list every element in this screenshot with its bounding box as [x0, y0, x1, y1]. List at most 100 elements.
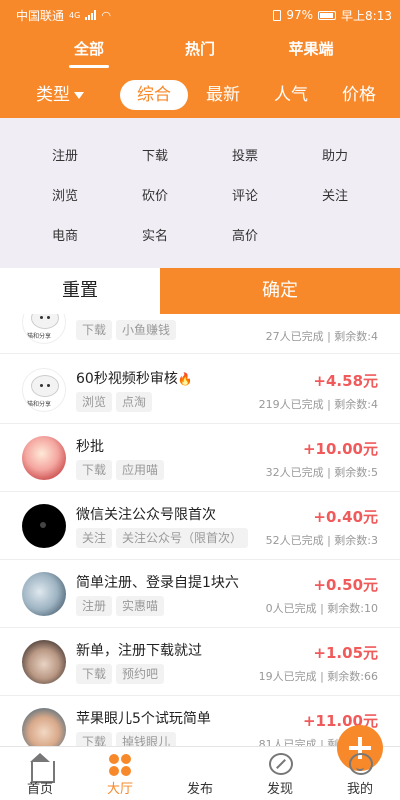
reset-button[interactable]: 重置 — [0, 268, 160, 314]
task-tag: 关注 — [76, 528, 113, 548]
tab-apple[interactable]: 苹果端 — [271, 38, 351, 59]
task-tag: 下载 — [76, 460, 113, 480]
completed-count: 81人已完成 — [258, 738, 317, 746]
task-title-text: 60秒视频秒审核 — [76, 371, 178, 387]
task-title: 秒批 — [76, 439, 104, 455]
task-tags: 下载 掉钱眼儿 — [76, 732, 177, 746]
task-tags: 关注 关注公众号（限首次） — [76, 528, 249, 548]
nav-profile[interactable]: 我的 — [320, 747, 400, 800]
completed-count: 52人已完成 — [265, 534, 324, 547]
type-dropdown-label: 类型 — [36, 85, 70, 105]
completed-count: 19人已完成 — [258, 670, 317, 683]
task-stats: 0人已完成 | 剩余数:10 — [265, 602, 378, 615]
filter-option-register[interactable]: 注册 — [15, 145, 115, 164]
task-stats: 19人已完成 | 剩余数:66 — [258, 670, 378, 683]
sort-price[interactable]: 价格 — [341, 80, 377, 110]
list-item[interactable]: 简单注册、登录自提1块六 注册 实惠喵 +0.50元 0人已完成 | 剩余数:1… — [0, 560, 400, 628]
clock: 早上8:13 — [341, 8, 392, 23]
task-title: 微信关注公众号限首次 — [76, 507, 216, 523]
signal-icon — [85, 10, 97, 20]
confirm-button[interactable]: 确定 — [160, 268, 400, 314]
nav-profile-label: 我的 — [346, 782, 373, 797]
nav-home[interactable]: 首页 — [0, 747, 80, 800]
sort-price-label: 价格 — [342, 85, 376, 105]
sort-bar: 类型 综合 最新 人气 价格 — [0, 80, 400, 112]
task-tag: 掉钱眼儿 — [116, 732, 177, 746]
wifi-icon: ◠ — [101, 8, 111, 22]
task-tags: 浏览 点淘 — [76, 392, 153, 412]
task-tag: 下载 — [76, 664, 113, 684]
filter-option-browse[interactable]: 浏览 — [15, 185, 115, 204]
filter-row: 电商 实名 高价 — [0, 214, 400, 254]
task-title: 简单注册、登录自提1块六 — [76, 575, 239, 591]
task-price: +10.00元 — [302, 440, 378, 458]
carrier-label: 中国联通 — [16, 8, 65, 23]
filter-option-realname[interactable]: 实名 — [105, 225, 205, 244]
sort-newest[interactable]: 最新 — [205, 80, 241, 110]
network-label: 4G — [69, 10, 81, 20]
pink-avatar — [22, 436, 66, 480]
filter-option-comment[interactable]: 评论 — [195, 185, 295, 204]
task-tag: 预约吧 — [116, 664, 165, 684]
tab-hot-label: 热门 — [184, 40, 215, 58]
task-tag: 浏览 — [76, 392, 113, 412]
nav-publish[interactable]: 发布 — [160, 725, 383, 800]
blue-avatar — [22, 572, 66, 616]
task-list: 猫和分享 下载 小鱼赚钱 27人已完成 | 剩余数:4 猫和分享 60秒视频秒审… — [0, 314, 400, 746]
filter-option-ecommerce[interactable]: 电商 — [15, 225, 115, 244]
sort-comprehensive[interactable]: 综合 — [120, 80, 188, 110]
nav-hall[interactable]: 大厅 — [80, 747, 160, 800]
task-tags: 下载 小鱼赚钱 — [76, 320, 177, 340]
cat-logo-icon: 猫和分享 — [22, 368, 66, 412]
task-price: +1.05元 — [313, 644, 378, 662]
completed-count: 27人已完成 — [265, 330, 324, 343]
tab-all-label: 全部 — [73, 40, 104, 58]
completed-count: 32人已完成 — [265, 466, 324, 479]
task-tags: 注册 实惠喵 — [76, 596, 165, 616]
completed-count: 219人已完成 — [258, 398, 324, 411]
task-price: +0.40元 — [313, 508, 378, 526]
task-tag: 小鱼赚钱 — [116, 320, 177, 340]
type-dropdown[interactable]: 类型 — [36, 80, 84, 110]
task-tag: 注册 — [76, 596, 113, 616]
task-tag: 点淘 — [116, 392, 153, 412]
filter-actions: 重置 确定 — [0, 268, 400, 314]
filter-panel: 注册 下载 投票 助力 浏览 砍价 评论 关注 电商 实名 高价 — [0, 118, 400, 268]
list-item[interactable]: 秒批 下载 应用喵 +10.00元 32人已完成 | 剩余数:5 — [0, 424, 400, 492]
list-item[interactable]: 猫和分享 下载 小鱼赚钱 27人已完成 | 剩余数:4 — [0, 314, 400, 354]
remaining-count: 剩余数:3 — [334, 534, 378, 547]
remaining-count: 剩余数:66 — [327, 670, 378, 683]
task-price: +4.58元 — [313, 372, 378, 390]
filter-option-bargain[interactable]: 砍价 — [105, 185, 205, 204]
list-item[interactable]: 微信关注公众号限首次 关注 关注公众号（限首次） +0.40元 52人已完成 |… — [0, 492, 400, 560]
tab-hot[interactable]: 热门 — [160, 38, 240, 59]
task-tag: 下载 — [76, 320, 113, 340]
filter-option-assist[interactable]: 助力 — [285, 145, 385, 164]
sort-popular[interactable]: 人气 — [273, 80, 309, 110]
face-avatar — [22, 640, 66, 684]
task-title: 新单，注册下载就过 — [76, 643, 202, 659]
filter-option-high-price[interactable]: 高价 — [195, 225, 295, 244]
hall-icon — [109, 754, 133, 776]
filter-grid: 注册 下载 投票 助力 浏览 砍价 评论 关注 电商 实名 高价 — [0, 134, 400, 254]
list-item[interactable]: 猫和分享 60秒视频秒审核🔥 浏览 点淘 +4.58元 219人已完成 | 剩余… — [0, 356, 400, 424]
filter-option-download[interactable]: 下载 — [105, 145, 205, 164]
filter-row: 注册 下载 投票 助力 — [0, 134, 400, 174]
task-stats: 32人已完成 | 剩余数:5 — [265, 466, 378, 479]
nav-hall-label: 大厅 — [106, 782, 133, 797]
task-tags: 下载 应用喵 — [76, 460, 165, 480]
header: 中国联通 4G ◠ 97% 早上8:13 全部 热门 苹果端 类型 综合 最新 … — [0, 0, 400, 118]
caret-down-icon — [74, 91, 84, 99]
remaining-count: 剩余数:10 — [327, 602, 378, 615]
filter-option-vote[interactable]: 投票 — [195, 145, 295, 164]
filter-option-follow[interactable]: 关注 — [285, 185, 385, 204]
task-title: 60秒视频秒审核🔥 — [76, 368, 193, 388]
task-title: 苹果眼儿5个试玩简单 — [76, 711, 211, 727]
status-bar: 中国联通 4G ◠ 97% 早上8:13 — [0, 0, 400, 30]
boy-avatar — [22, 708, 66, 746]
list-item[interactable]: 新单，注册下载就过 下载 预约吧 +1.05元 19人已完成 | 剩余数:66 — [0, 628, 400, 696]
nav-discover[interactable]: 发现 — [240, 747, 320, 800]
tab-all[interactable]: 全部 — [49, 38, 129, 68]
tab-active-underline — [69, 65, 109, 68]
task-tag: 关注公众号（限首次） — [116, 528, 249, 548]
